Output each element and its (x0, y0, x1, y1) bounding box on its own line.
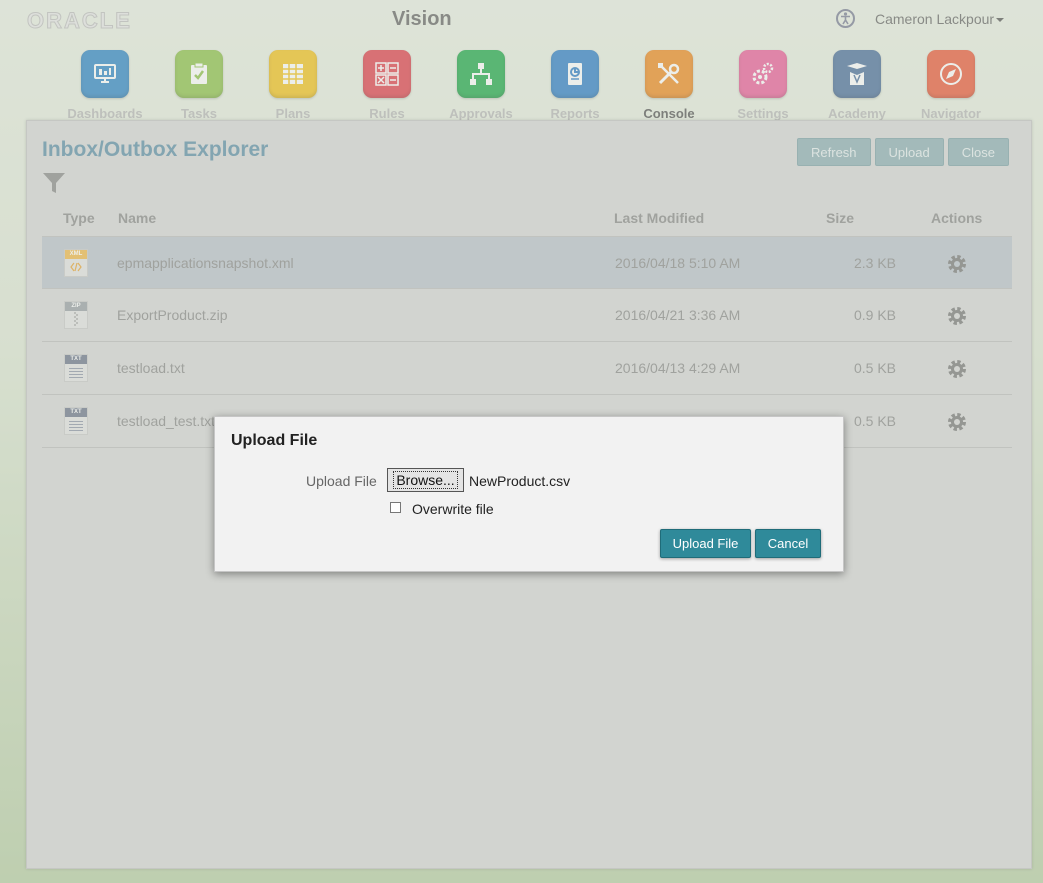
browse-button[interactable]: Browse... (387, 468, 464, 492)
file-type-tag: TXT (65, 408, 87, 417)
column-header-name[interactable]: Name (118, 210, 156, 226)
table-header: Type Name Last Modified Size Actions (42, 210, 1012, 238)
panel-toolbar: Refresh Upload Close (797, 138, 1009, 166)
column-header-actions: Actions (931, 210, 983, 226)
rules-icon (363, 50, 411, 98)
nav-item-tasks[interactable]: Tasks (152, 50, 246, 121)
file-name[interactable]: epmapplicationsnapshot.xml (117, 255, 294, 271)
txt-file-icon: TXT (64, 407, 88, 435)
nav-label: Dashboards (67, 106, 143, 121)
upload-file-label: Upload File (306, 473, 377, 489)
nav-item-navigator[interactable]: Navigator (904, 50, 998, 121)
file-size: 0.9 KB (853, 307, 896, 323)
nav-item-approvals[interactable]: Approvals (434, 50, 528, 121)
nav-item-academy[interactable]: Academy (810, 50, 904, 121)
app-header: ORACLE Vision Cameron Lackpour Dashboard… (0, 0, 1043, 122)
upload-file-button[interactable]: Upload File (660, 529, 751, 558)
txt-file-icon: TXT (64, 354, 88, 382)
navigator-icon (927, 50, 975, 98)
nav-label: Settings (737, 106, 789, 121)
file-modified: 2016/04/21 3:36 AM (615, 307, 741, 323)
table-row[interactable]: ZIP ExportProduct.zip 2016/04/21 3:36 AM… (42, 289, 1012, 342)
file-name[interactable]: ExportProduct.zip (117, 307, 228, 323)
file-size: 0.5 KB (853, 360, 896, 376)
approvals-icon (457, 50, 505, 98)
accessibility-icon[interactable] (836, 9, 855, 28)
nav-label: Navigator (921, 106, 981, 121)
nav-item-plans[interactable]: Plans (246, 50, 340, 121)
gear-icon[interactable] (945, 410, 969, 437)
settings-icon (739, 50, 787, 98)
overwrite-checkbox[interactable] (390, 502, 401, 513)
column-header-type[interactable]: Type (63, 210, 95, 226)
nav-label: Rules (369, 106, 405, 121)
nav-item-console[interactable]: Console (622, 50, 716, 121)
refresh-button[interactable]: Refresh (797, 138, 871, 166)
upload-file-dialog: Upload File Upload File Browse... NewPro… (214, 416, 844, 572)
nav-label: Reports (550, 106, 600, 121)
user-menu[interactable]: Cameron Lackpour (875, 11, 1005, 27)
column-header-modified[interactable]: Last Modified (614, 210, 704, 226)
xml-file-icon: XML (64, 249, 88, 277)
nav-item-settings[interactable]: Settings (716, 50, 810, 121)
file-type-tag: TXT (65, 355, 87, 364)
table-row[interactable]: TXT testload.txt 2016/04/13 4:29 AM 0.5 … (42, 342, 1012, 395)
dashboards-icon (81, 50, 129, 98)
academy-icon (833, 50, 881, 98)
chevron-down-icon (996, 18, 1005, 23)
file-type-tag: XML (65, 250, 87, 259)
console-icon (645, 50, 693, 98)
column-header-size[interactable]: Size (826, 210, 854, 226)
nav-label: Tasks (181, 106, 217, 121)
oracle-logo: ORACLE (27, 8, 132, 34)
nav-item-dashboards[interactable]: Dashboards (58, 50, 152, 121)
file-modified: 2016/04/13 4:29 AM (615, 360, 741, 376)
gear-icon[interactable] (945, 252, 969, 279)
nav-bar: Dashboards Tasks Plans Rules Approvals R… (58, 50, 998, 121)
table-row[interactable]: XML epmapplicationsnapshot.xml 2016/04/1… (42, 236, 1012, 289)
zip-file-icon: ZIP (64, 301, 88, 329)
dialog-title: Upload File (231, 432, 318, 449)
nav-label: Academy (828, 106, 886, 121)
gear-icon[interactable] (945, 304, 969, 331)
app-title: Vision (392, 8, 452, 30)
nav-item-reports[interactable]: Reports (528, 50, 622, 121)
file-type-tag: ZIP (65, 302, 87, 311)
gear-icon[interactable] (945, 357, 969, 384)
chosen-file-name: NewProduct.csv (469, 473, 571, 489)
nav-item-rules[interactable]: Rules (340, 50, 434, 121)
close-button[interactable]: Close (947, 138, 1009, 166)
page-title: Inbox/Outbox Explorer (42, 138, 269, 161)
browse-label: Browse... (393, 471, 458, 489)
overwrite-label[interactable]: Overwrite file (412, 501, 494, 517)
file-name[interactable]: testload_test.txt (117, 413, 215, 429)
nav-label: Plans (275, 106, 311, 121)
upload-button[interactable]: Upload (874, 138, 944, 166)
cancel-button[interactable]: Cancel (755, 529, 821, 558)
filter-icon[interactable] (42, 171, 66, 200)
tasks-icon (175, 50, 223, 98)
plans-icon (269, 50, 317, 98)
file-modified: 2016/04/18 5:10 AM (615, 255, 741, 271)
nav-label: Console (643, 106, 695, 121)
nav-label: Approvals (449, 106, 513, 121)
file-size: 2.3 KB (853, 255, 896, 271)
user-name: Cameron Lackpour (875, 11, 995, 27)
reports-icon (551, 50, 599, 98)
file-name[interactable]: testload.txt (117, 360, 185, 376)
